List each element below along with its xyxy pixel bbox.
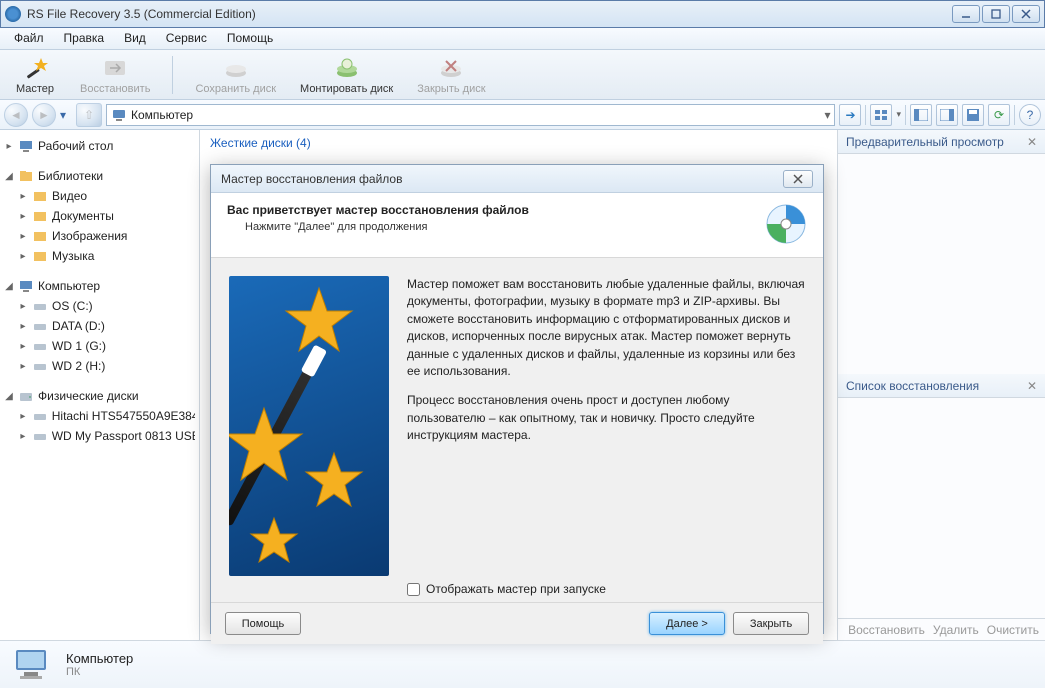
tree-drive-h[interactable]: ▸WD 2 (H:) (4, 356, 195, 376)
minimize-button[interactable] (952, 5, 980, 23)
recover-icon (101, 54, 129, 82)
status-title: Компьютер (66, 651, 133, 666)
action-recover[interactable]: Восстановить (848, 623, 925, 637)
library-icon (18, 168, 34, 184)
wizard-button[interactable]: Мастер (8, 52, 62, 97)
tree-lib-video[interactable]: ▸Видео (4, 186, 195, 206)
menu-file[interactable]: Файл (4, 28, 54, 49)
menubar: Файл Правка Вид Сервис Помощь (0, 28, 1045, 50)
tree-lib-music[interactable]: ▸Музыка (4, 246, 195, 266)
menu-service[interactable]: Сервис (156, 28, 217, 49)
dialog-heading: Вас приветствует мастер восстановления ф… (227, 203, 765, 217)
wand-icon (21, 54, 49, 82)
folder-icon (32, 188, 48, 204)
address-bar[interactable]: Компьютер ▾ (106, 104, 835, 126)
address-text: Компьютер (131, 108, 820, 122)
tree-desktop[interactable]: ▸Рабочий стол (4, 136, 195, 156)
save-button[interactable] (962, 104, 984, 126)
drive-icon (32, 338, 48, 354)
folder-icon (32, 228, 48, 244)
wizard-text: Мастер поможет вам восстановить любые уд… (407, 276, 805, 576)
refresh-button[interactable]: ⟳ (988, 104, 1010, 126)
dialog-header: Вас приветствует мастер восстановления ф… (211, 193, 823, 258)
dialog-next-button[interactable]: Далее > (649, 612, 725, 635)
tree-lib-docs[interactable]: ▸Документы (4, 206, 195, 226)
go-button[interactable]: ➔ (839, 104, 861, 126)
dialog-close-button[interactable] (783, 170, 813, 188)
window-title: RS File Recovery 3.5 (Commercial Edition… (27, 7, 952, 21)
tree-phys-hitachi[interactable]: ▸Hitachi HTS547550A9E384 (4, 406, 195, 426)
computer-icon (111, 107, 127, 123)
show-on-start-checkbox[interactable] (407, 583, 420, 596)
navbar: ◄ ► ▾ ⇧ Компьютер ▾ ➔ ▾ ⟳ ? (0, 100, 1045, 130)
show-on-start-label: Отображать мастер при запуске (426, 582, 606, 596)
dialog-cancel-button[interactable]: Закрыть (733, 612, 809, 635)
tree-drive-g[interactable]: ▸WD 1 (G:) (4, 336, 195, 356)
folder-icon (32, 208, 48, 224)
toolbar-separator (172, 56, 173, 94)
preview-close-icon[interactable]: ✕ (1027, 135, 1037, 149)
address-dropdown-icon[interactable]: ▾ (824, 108, 830, 122)
recovery-list-header: Список восстановления ✕ (838, 374, 1045, 398)
dialog-subheading: Нажмите "Далее" для продолжения (227, 221, 765, 233)
nav-forward-button[interactable]: ► (32, 103, 56, 127)
desktop-icon (18, 138, 34, 154)
tree-lib-images[interactable]: ▸Изображения (4, 226, 195, 246)
close-disk-icon (437, 54, 465, 82)
toolbar: Мастер Восстановить Сохранить диск Монти… (0, 50, 1045, 100)
wizard-dialog: Мастер восстановления файлов Вас приветс… (210, 164, 824, 634)
tree-physical[interactable]: ◢Физические диски (4, 386, 195, 406)
preview-panel-header: Предварительный просмотр ✕ (838, 130, 1045, 154)
recovery-actions: Восстановить Удалить Очистить (838, 618, 1045, 640)
dialog-help-button[interactable]: Помощь (225, 612, 301, 635)
recover-button[interactable]: Восстановить (74, 52, 156, 97)
physical-disk-icon (18, 388, 34, 404)
folder-icon (32, 248, 48, 264)
menu-view[interactable]: Вид (114, 28, 156, 49)
view-dropdown-icon[interactable]: ▾ (896, 109, 901, 120)
menu-help[interactable]: Помощь (217, 28, 283, 49)
panel2-button[interactable] (936, 104, 958, 126)
drive-icon (32, 358, 48, 374)
recovery-close-icon[interactable]: ✕ (1027, 379, 1037, 393)
window-titlebar: RS File Recovery 3.5 (Commercial Edition… (0, 0, 1045, 28)
menu-edit[interactable]: Правка (54, 28, 115, 49)
tree-computer[interactable]: ◢Компьютер (4, 276, 195, 296)
app-icon (5, 6, 21, 22)
tree-drive-c[interactable]: ▸OS (C:) (4, 296, 195, 316)
drive-icon (32, 408, 48, 424)
status-computer-icon (12, 646, 54, 684)
drive-icon (32, 318, 48, 334)
save-disk-icon (222, 54, 250, 82)
tree-libraries[interactable]: ◢Библиотеки (4, 166, 195, 186)
sidebar: ▸Рабочий стол ◢Библиотеки ▸Видео ▸Докуме… (0, 130, 200, 640)
view-options-button[interactable] (870, 104, 892, 126)
statusbar: Компьютер ПК (0, 640, 1045, 688)
nav-up-button[interactable]: ⇧ (76, 103, 102, 127)
computer-icon (18, 278, 34, 294)
close-button[interactable] (1012, 5, 1040, 23)
nav-back-button[interactable]: ◄ (4, 103, 28, 127)
maximize-button[interactable] (982, 5, 1010, 23)
action-clear[interactable]: Очистить (987, 623, 1039, 637)
status-subtitle: ПК (66, 666, 133, 678)
save-disk-button[interactable]: Сохранить диск (189, 52, 282, 97)
dialog-titlebar: Мастер восстановления файлов (211, 165, 823, 193)
drive-icon (32, 298, 48, 314)
mount-disk-icon (333, 54, 361, 82)
disc-icon (765, 203, 807, 245)
tree-phys-wd[interactable]: ▸WD My Passport 0813 USB (4, 426, 195, 446)
panel1-button[interactable] (910, 104, 932, 126)
mount-disk-button[interactable]: Монтировать диск (294, 52, 399, 97)
wizard-illustration (229, 276, 389, 576)
drive-icon (32, 428, 48, 444)
action-remove[interactable]: Удалить (933, 623, 979, 637)
close-disk-button[interactable]: Закрыть диск (411, 52, 491, 97)
tree-drive-d[interactable]: ▸DATA (D:) (4, 316, 195, 336)
hard-disks-group[interactable]: Жесткие диски (4) (210, 136, 311, 150)
dialog-footer: Помощь Далее > Закрыть (211, 602, 823, 644)
nav-history-dropdown[interactable]: ▾ (60, 103, 72, 127)
help-button[interactable]: ? (1019, 104, 1041, 126)
right-column: Предварительный просмотр ✕ Список восста… (837, 130, 1045, 640)
